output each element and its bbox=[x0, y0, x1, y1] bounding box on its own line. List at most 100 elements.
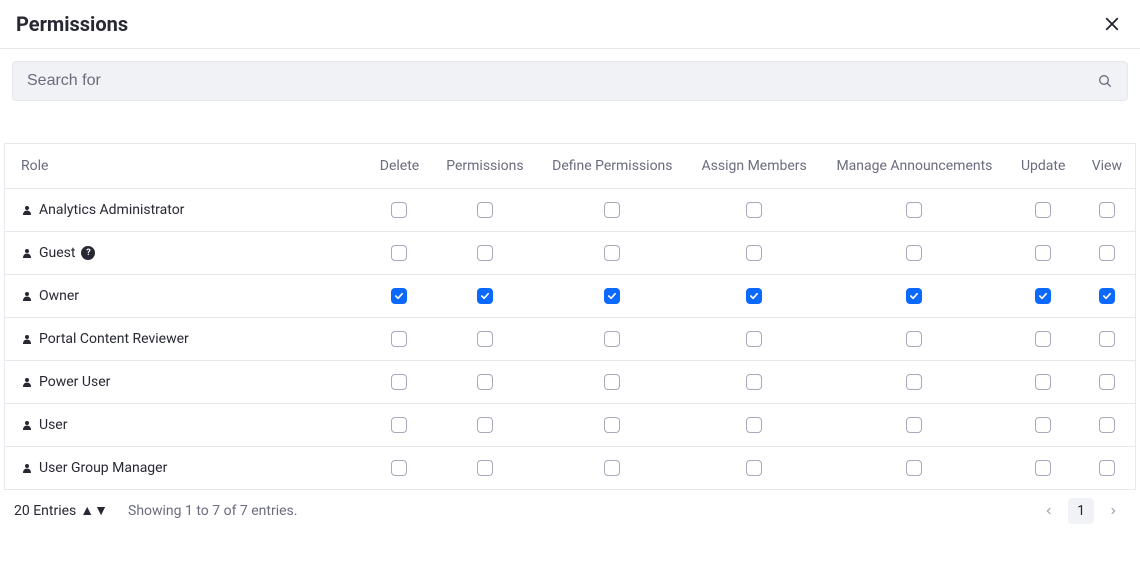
chevron-right-icon bbox=[1108, 506, 1118, 516]
permission-cell bbox=[1008, 318, 1079, 361]
search-bar bbox=[12, 61, 1128, 101]
permission-checkbox[interactable] bbox=[391, 374, 407, 390]
permission-checkbox[interactable] bbox=[477, 245, 493, 261]
page-number[interactable]: 1 bbox=[1068, 498, 1094, 524]
permission-checkbox[interactable] bbox=[604, 374, 620, 390]
permission-checkbox[interactable] bbox=[746, 288, 762, 304]
permission-checkbox[interactable] bbox=[1099, 331, 1115, 347]
person-icon bbox=[21, 376, 33, 388]
permission-checkbox[interactable] bbox=[391, 245, 407, 261]
permission-checkbox[interactable] bbox=[477, 288, 493, 304]
permission-checkbox[interactable] bbox=[1099, 202, 1115, 218]
close-button[interactable] bbox=[1100, 12, 1124, 36]
column-header: Update bbox=[1008, 144, 1079, 189]
permission-checkbox[interactable] bbox=[1099, 460, 1115, 476]
permission-checkbox[interactable] bbox=[1099, 374, 1115, 390]
role-name: Owner bbox=[39, 288, 79, 304]
permission-cell bbox=[687, 232, 821, 275]
permission-checkbox[interactable] bbox=[391, 460, 407, 476]
permission-checkbox[interactable] bbox=[906, 331, 922, 347]
permission-checkbox[interactable] bbox=[477, 460, 493, 476]
permission-cell bbox=[687, 275, 821, 318]
role-cell: Power User bbox=[5, 361, 367, 404]
permission-cell bbox=[1079, 232, 1135, 275]
person-icon bbox=[21, 333, 33, 345]
table-footer: 20 Entries ▲▼ Showing 1 to 7 of 7 entrie… bbox=[4, 490, 1136, 528]
permission-checkbox[interactable] bbox=[1099, 417, 1115, 433]
permission-checkbox[interactable] bbox=[746, 374, 762, 390]
permission-cell bbox=[821, 318, 1008, 361]
table-row: User bbox=[5, 404, 1135, 447]
permission-checkbox[interactable] bbox=[477, 202, 493, 218]
table-row: Owner bbox=[5, 275, 1135, 318]
close-icon bbox=[1103, 15, 1121, 33]
role-name: Analytics Administrator bbox=[39, 202, 184, 218]
prev-page-button[interactable] bbox=[1036, 498, 1062, 524]
role-cell: Analytics Administrator bbox=[5, 189, 367, 232]
permission-checkbox[interactable] bbox=[906, 202, 922, 218]
permission-checkbox[interactable] bbox=[604, 202, 620, 218]
permission-checkbox[interactable] bbox=[1035, 202, 1051, 218]
entries-selector[interactable]: 20 Entries ▲▼ bbox=[14, 503, 108, 519]
permission-checkbox[interactable] bbox=[1035, 331, 1051, 347]
permission-checkbox[interactable] bbox=[746, 202, 762, 218]
permission-checkbox[interactable] bbox=[906, 374, 922, 390]
permission-checkbox[interactable] bbox=[391, 417, 407, 433]
next-page-button[interactable] bbox=[1100, 498, 1126, 524]
permission-checkbox[interactable] bbox=[746, 417, 762, 433]
permission-checkbox[interactable] bbox=[604, 288, 620, 304]
permission-cell bbox=[1008, 275, 1079, 318]
role-cell: User Group Manager bbox=[5, 447, 367, 490]
permission-checkbox[interactable] bbox=[906, 460, 922, 476]
permission-cell bbox=[821, 404, 1008, 447]
role-name: User bbox=[39, 417, 67, 433]
search-container bbox=[0, 49, 1140, 113]
permission-checkbox[interactable] bbox=[477, 374, 493, 390]
permission-checkbox[interactable] bbox=[391, 202, 407, 218]
sort-icon: ▲▼ bbox=[80, 508, 108, 514]
permission-checkbox[interactable] bbox=[604, 460, 620, 476]
permission-checkbox[interactable] bbox=[604, 331, 620, 347]
permission-checkbox[interactable] bbox=[1099, 288, 1115, 304]
permission-cell bbox=[1079, 275, 1135, 318]
permission-cell bbox=[432, 318, 537, 361]
permission-checkbox[interactable] bbox=[1035, 417, 1051, 433]
column-header: Assign Members bbox=[687, 144, 821, 189]
role-cell: User bbox=[5, 404, 367, 447]
permission-checkbox[interactable] bbox=[391, 288, 407, 304]
permission-checkbox[interactable] bbox=[746, 331, 762, 347]
person-icon bbox=[21, 204, 33, 216]
permission-checkbox[interactable] bbox=[1035, 245, 1051, 261]
permission-checkbox[interactable] bbox=[1035, 288, 1051, 304]
permission-checkbox[interactable] bbox=[604, 417, 620, 433]
permission-cell bbox=[687, 189, 821, 232]
showing-text: Showing 1 to 7 of 7 entries. bbox=[128, 503, 297, 519]
permission-cell bbox=[821, 447, 1008, 490]
permission-cell bbox=[367, 361, 433, 404]
column-header: Permissions bbox=[432, 144, 537, 189]
permission-cell bbox=[1079, 361, 1135, 404]
permission-checkbox[interactable] bbox=[477, 417, 493, 433]
permission-checkbox[interactable] bbox=[1035, 460, 1051, 476]
permission-cell bbox=[367, 275, 433, 318]
permission-checkbox[interactable] bbox=[906, 417, 922, 433]
permission-checkbox[interactable] bbox=[1099, 245, 1115, 261]
permission-cell bbox=[821, 275, 1008, 318]
permission-checkbox[interactable] bbox=[906, 245, 922, 261]
pagination: 1 bbox=[1036, 498, 1126, 524]
help-icon[interactable]: ? bbox=[81, 246, 95, 260]
permission-checkbox[interactable] bbox=[391, 331, 407, 347]
permission-checkbox[interactable] bbox=[746, 245, 762, 261]
person-icon bbox=[21, 290, 33, 302]
permission-checkbox[interactable] bbox=[604, 245, 620, 261]
search-input[interactable] bbox=[27, 72, 1097, 90]
permissions-table-wrapper: RoleDeletePermissionsDefine PermissionsA… bbox=[4, 143, 1136, 490]
permission-cell bbox=[821, 361, 1008, 404]
permission-cell bbox=[1079, 318, 1135, 361]
permission-checkbox[interactable] bbox=[906, 288, 922, 304]
permission-checkbox[interactable] bbox=[1035, 374, 1051, 390]
permission-cell bbox=[821, 232, 1008, 275]
permission-checkbox[interactable] bbox=[477, 331, 493, 347]
permission-checkbox[interactable] bbox=[746, 460, 762, 476]
role-cell: Portal Content Reviewer bbox=[5, 318, 367, 361]
